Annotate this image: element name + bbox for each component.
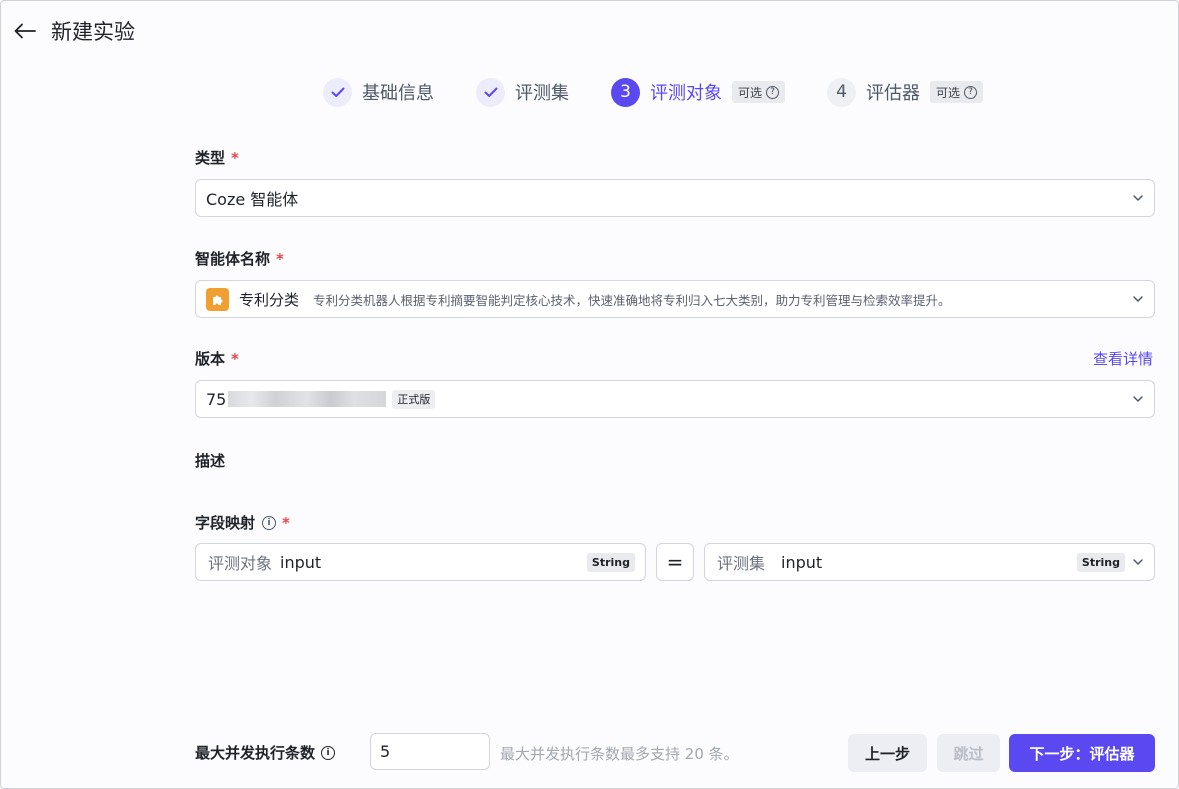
- label-text: 描述: [195, 452, 226, 470]
- concurrency-value: 5: [380, 742, 391, 761]
- optional-tag-label: 可选: [738, 85, 763, 100]
- puzzle-icon: [206, 287, 229, 311]
- optional-tag-label: 可选: [936, 85, 961, 100]
- required-mark: *: [231, 349, 239, 368]
- release-tag: 正式版: [392, 389, 436, 409]
- mapping-target-select[interactable]: 评测集 input String: [704, 543, 1155, 581]
- label-text: 字段映射: [195, 514, 256, 532]
- type-field-label: 类型 *: [195, 147, 1155, 168]
- step-eval-set[interactable]: 评测集: [476, 77, 569, 107]
- version-field-label: 版本 *: [195, 348, 1155, 369]
- type-select[interactable]: Coze 智能体: [195, 179, 1155, 217]
- back-arrow-icon[interactable]: [11, 17, 39, 45]
- skip-button[interactable]: 跳过: [937, 734, 1000, 772]
- prev-step-button[interactable]: 上一步: [848, 734, 927, 772]
- optional-tag: 可选 ?: [930, 81, 984, 103]
- step-number: 4: [827, 77, 857, 107]
- check-icon: [323, 77, 352, 107]
- label-text: 版本: [195, 350, 226, 368]
- view-details-link[interactable]: 查看详情: [1093, 348, 1153, 369]
- header: 新建实验: [11, 15, 135, 47]
- source-field-name: input: [280, 552, 322, 572]
- mapping-source-field: 评测对象 input String: [195, 543, 646, 581]
- step-number: 3: [611, 77, 640, 107]
- agent-description: 专利分类机器人根据专利摘要智能判定核心技术，快速准确地将专利归入七大类别，助力专…: [313, 292, 951, 308]
- type-tag: String: [586, 553, 635, 572]
- check-icon: [476, 77, 505, 107]
- chevron-down-icon: [1133, 296, 1143, 302]
- redacted-version-id: [228, 391, 387, 407]
- required-mark: *: [231, 148, 239, 167]
- chevron-down-icon: [1133, 195, 1143, 201]
- type-select-value: Coze 智能体: [206, 190, 299, 209]
- required-mark: *: [276, 249, 284, 268]
- page-frame: 新建实验 基础信息 评测集 3 评测对象 可选 ? 4 评估器 可选 ? 类型 …: [0, 0, 1179, 789]
- step-label: 评测对象: [650, 83, 722, 104]
- label-text: 最大并发执行条数: [195, 744, 316, 762]
- step-label: 基础信息: [362, 83, 434, 104]
- next-step-button[interactable]: 下一步：评估器: [1009, 734, 1155, 772]
- question-icon[interactable]: ?: [964, 85, 978, 99]
- label-text: 智能体名称: [195, 250, 271, 268]
- concurrency-label: 最大并发执行条数 i: [195, 742, 336, 763]
- target-field-name: input: [781, 552, 823, 572]
- label-text: 类型: [195, 149, 226, 167]
- chevron-down-icon: [1133, 559, 1143, 565]
- version-select[interactable]: 75 正式版: [195, 380, 1155, 418]
- target-prefix: 评测集: [717, 554, 766, 573]
- stepper: 基础信息 评测集 3 评测对象 可选 ? 4 评估器 可选 ?: [323, 77, 1025, 107]
- concurrency-input[interactable]: 5: [370, 733, 490, 770]
- equals-operator: =: [656, 543, 694, 581]
- page-title: 新建实验: [51, 20, 135, 44]
- version-value: 75: [206, 389, 227, 409]
- step-basic-info[interactable]: 基础信息: [323, 77, 434, 107]
- step-label: 评测集: [515, 83, 569, 104]
- agent-select[interactable]: 专利分类 专利分类机器人根据专利摘要智能判定核心技术，快速准确地将专利归入七大类…: [195, 280, 1155, 318]
- info-icon[interactable]: i: [262, 515, 277, 530]
- chevron-down-icon: [1133, 396, 1143, 402]
- step-evaluator[interactable]: 4 评估器 可选 ?: [827, 77, 984, 107]
- question-icon[interactable]: ?: [766, 85, 780, 99]
- type-tag: String: [1076, 553, 1125, 572]
- info-icon[interactable]: i: [321, 745, 336, 760]
- agent-field-label: 智能体名称 *: [195, 248, 1155, 269]
- concurrency-hint: 最大并发执行条数最多支持 20 条。: [500, 745, 739, 763]
- description-field-label: 描述: [195, 450, 1155, 471]
- mapping-field-label: 字段映射 i *: [195, 512, 1155, 533]
- required-mark: *: [282, 513, 290, 532]
- step-eval-target[interactable]: 3 评测对象 可选 ?: [611, 77, 786, 107]
- source-prefix: 评测对象: [208, 554, 273, 573]
- optional-tag: 可选 ?: [732, 81, 786, 103]
- step-label: 评估器: [866, 83, 921, 104]
- agent-name: 专利分类: [239, 290, 300, 309]
